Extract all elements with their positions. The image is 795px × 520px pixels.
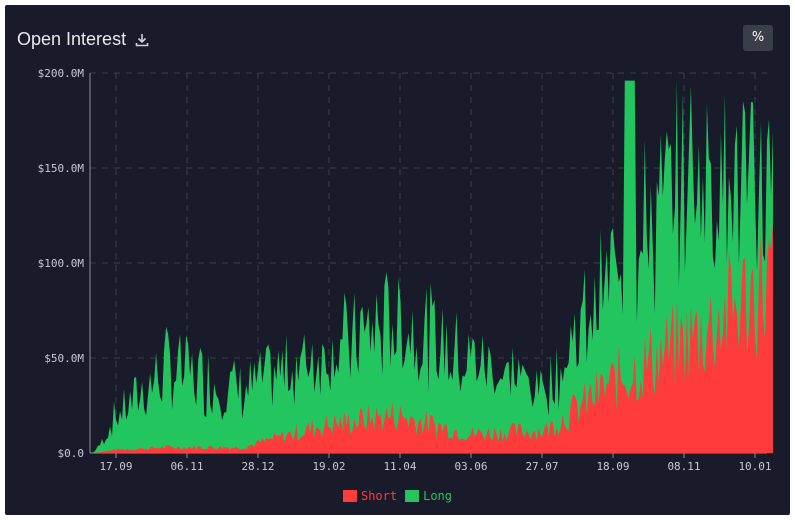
y-tick-label: $150.0M xyxy=(38,162,85,175)
x-tick-label: 08.11 xyxy=(667,460,700,473)
chart-legend: Short Long xyxy=(5,489,790,503)
legend-item-long[interactable]: Long xyxy=(405,489,452,503)
legend-item-short[interactable]: Short xyxy=(342,489,398,503)
x-tick-label: 18.09 xyxy=(596,460,629,473)
x-tick-label: 19.02 xyxy=(312,460,345,473)
legend-swatch-long xyxy=(405,490,420,502)
y-tick-label: $100.0M xyxy=(38,257,85,270)
x-tick-label: 10.01 xyxy=(738,460,771,473)
open-interest-card: Open Interest % $0.0 $50.0M $100.0M $150.0M… xyxy=(5,5,790,515)
y-tick-label: $50.0M xyxy=(44,352,84,365)
legend-label-short: Short xyxy=(360,489,398,503)
x-tick-label: 06.11 xyxy=(170,460,203,473)
x-tick-label: 11.04 xyxy=(383,460,416,473)
y-tick-label: $200.0M xyxy=(38,67,85,80)
x-tick-label: 27.07 xyxy=(525,460,558,473)
open-interest-chart: $0.0 $50.0M $100.0M $150.0M $200.0M 17.09 06.1… xyxy=(38,67,773,473)
x-tick-label: 28.12 xyxy=(241,460,274,473)
x-tick-label: 03.06 xyxy=(454,460,487,473)
legend-swatch-short xyxy=(342,490,357,502)
y-tick-label: $0.0 xyxy=(58,447,85,460)
x-tick-label: 17.09 xyxy=(99,460,132,473)
legend-label-long: Long xyxy=(423,489,453,503)
